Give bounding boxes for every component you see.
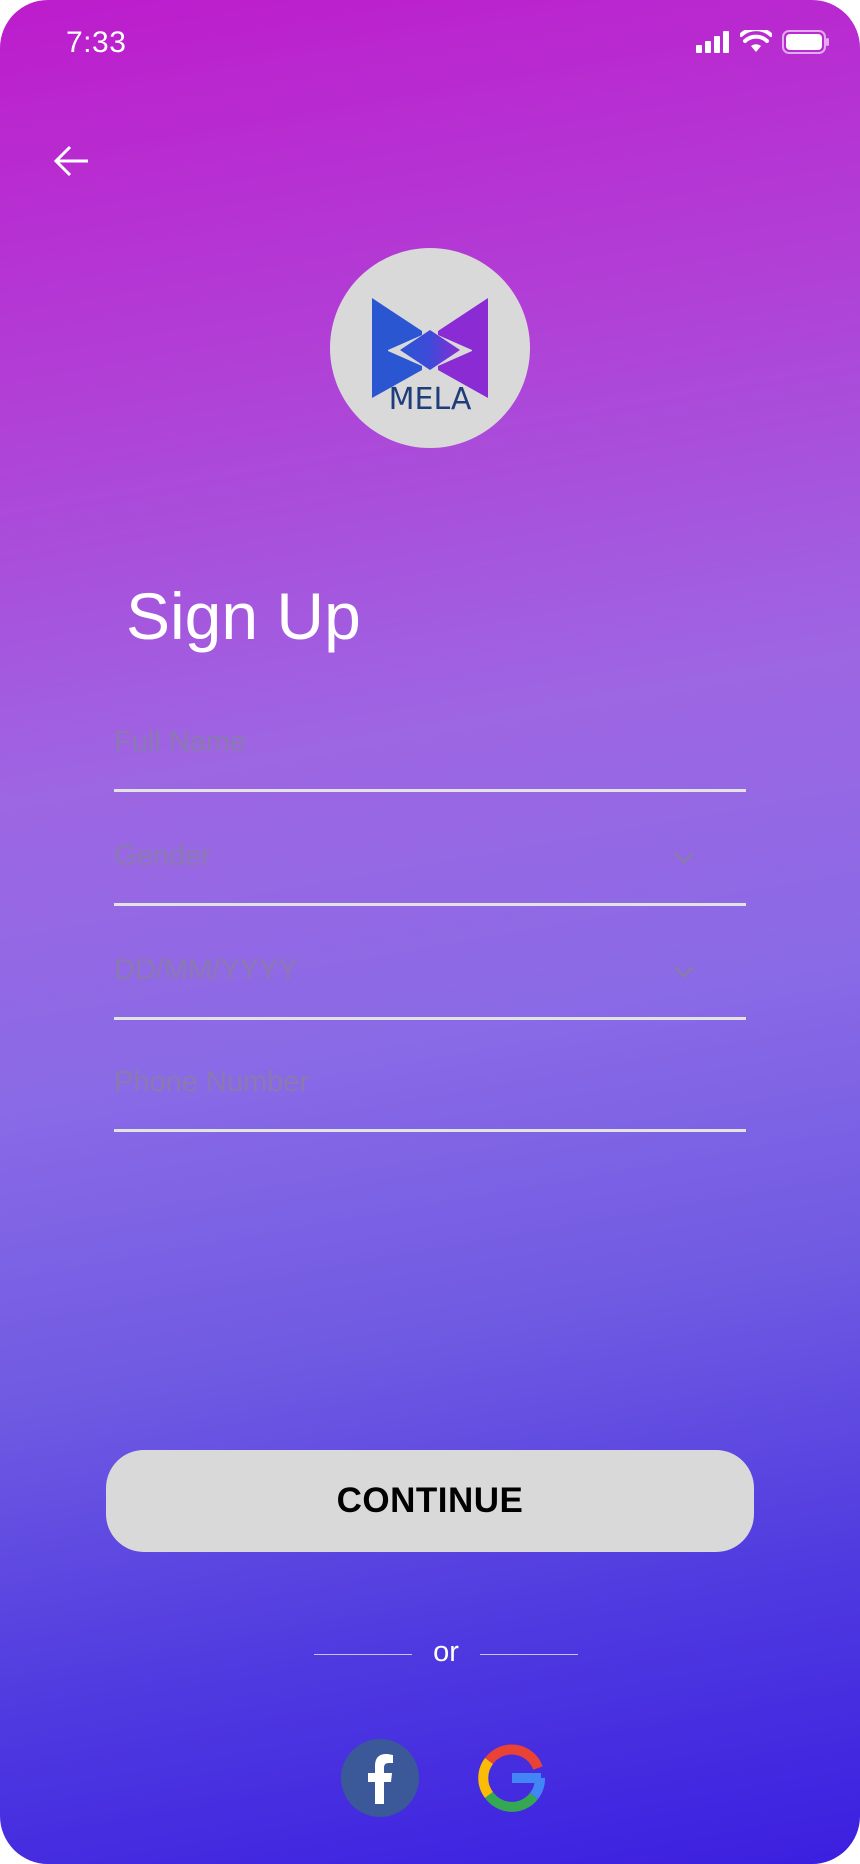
facebook-login-button[interactable] (340, 1738, 420, 1818)
arrow-left-icon (53, 145, 88, 177)
date-of-birth-select[interactable]: DD/MM/YYYY (114, 940, 746, 1020)
chevron-down-icon (673, 851, 695, 865)
phone-number-field[interactable]: Phone Number (114, 1052, 746, 1132)
status-icons (696, 30, 830, 54)
battery-icon (782, 30, 829, 54)
google-login-button[interactable] (472, 1738, 552, 1818)
back-button[interactable] (48, 138, 94, 184)
logo-text: MELA (389, 382, 472, 417)
google-icon (478, 1744, 545, 1812)
page-title: Sign Up (126, 579, 361, 653)
chevron-down-icon (673, 965, 695, 979)
facebook-icon (341, 1739, 419, 1817)
wifi-icon (740, 30, 772, 52)
gender-placeholder: Gender (114, 840, 211, 872)
full-name-field[interactable]: Full Name (114, 712, 746, 792)
mela-logo-graphic: MELA (372, 298, 488, 417)
cellular-signal-icon (696, 31, 729, 53)
divider-line-right (480, 1654, 578, 1655)
continue-button[interactable]: CONTINUE (106, 1450, 754, 1552)
date-of-birth-placeholder: DD/MM/YYYY (114, 954, 298, 986)
gender-select[interactable]: Gender (114, 826, 746, 906)
app-logo: MELA (330, 248, 530, 448)
phone-number-placeholder: Phone Number (114, 1066, 310, 1098)
full-name-placeholder: Full Name (114, 726, 247, 758)
status-time: 7:33 (66, 26, 127, 59)
signup-screen: 7:33 MELA Sign Up Full Name Gender DD/MM… (0, 0, 860, 1864)
or-divider-text: or (433, 1636, 459, 1668)
